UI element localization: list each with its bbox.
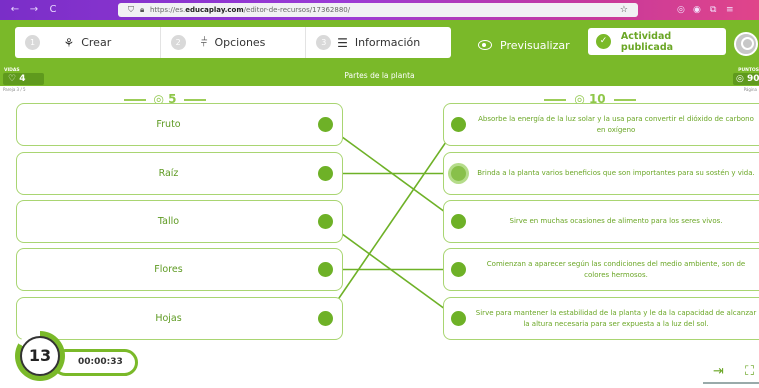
left-item[interactable]: Fruto: [16, 103, 343, 146]
left-connector-dot[interactable]: [317, 117, 333, 132]
left-item[interactable]: Flores: [16, 248, 343, 291]
fullscreen-icon[interactable]: ⛶: [745, 364, 754, 379]
right-connector-dot[interactable]: [450, 117, 466, 132]
left-connector-dot[interactable]: [317, 262, 333, 277]
left-item[interactable]: Tallo: [16, 200, 343, 243]
right-connector-dot[interactable]: [450, 166, 466, 181]
right-item[interactable]: Sirve en muchas ocasiones de alimento pa…: [443, 200, 759, 243]
right-connector-dot[interactable]: [450, 311, 466, 326]
exit-icon[interactable]: ⇥: [713, 364, 724, 379]
right-item[interactable]: Sirve para mantener la estabilidad de la…: [443, 297, 759, 340]
right-connector-dot[interactable]: [450, 262, 466, 277]
right-item[interactable]: Brinda a la planta varios beneficios que…: [443, 152, 759, 195]
countdown-number: 13: [20, 336, 60, 376]
left-connector-dot[interactable]: [317, 311, 333, 326]
right-item[interactable]: Absorbe la energía de la luz solar y la …: [443, 103, 759, 146]
left-connector-dot[interactable]: [317, 214, 333, 229]
left-item[interactable]: Hojas: [16, 297, 343, 340]
right-connector-dot[interactable]: [450, 214, 466, 229]
right-item[interactable]: Comienzan a aparecer según las condicion…: [443, 248, 759, 291]
connection-line: [324, 124, 459, 319]
left-item[interactable]: Raíz: [16, 152, 343, 195]
scrollbar[interactable]: [703, 382, 759, 384]
left-connector-dot[interactable]: [317, 166, 333, 181]
elapsed-time: 00:00:33: [78, 357, 123, 367]
editor-page: { "browser": { "url_prefix": "https://es…: [0, 0, 759, 388]
countdown-ring: 13: [15, 331, 65, 381]
